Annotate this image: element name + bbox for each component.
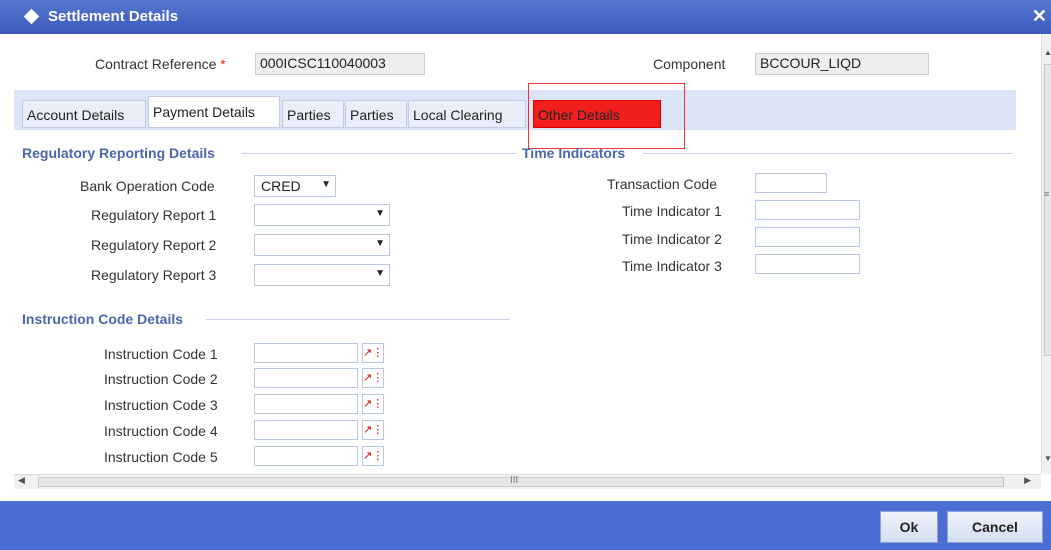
title-bar: Settlement Details ✕ — [0, 0, 1051, 34]
instruction-code-5-field[interactable] — [254, 446, 358, 466]
window-diamond-icon — [23, 8, 40, 25]
instruction-code-1-field[interactable] — [254, 343, 358, 363]
lov-search-icon[interactable]: ↗⋮ — [362, 343, 384, 363]
contract-reference-label: Contract Reference * — [95, 56, 226, 72]
scroll-left-icon[interactable]: ◀ — [18, 475, 25, 486]
bank-operation-code-select[interactable]: CRED ▼ — [254, 175, 336, 197]
time-indicator-1-field[interactable] — [755, 200, 860, 220]
scroll-down-icon[interactable]: ▼ — [1044, 454, 1051, 463]
tab-payment-details[interactable]: Payment Details — [148, 96, 280, 128]
time-indicator-1-label: Time Indicator 1 — [622, 203, 722, 219]
lov-search-icon[interactable]: ↗⋮ — [362, 368, 384, 388]
time-indicator-2-field[interactable] — [755, 227, 860, 247]
instruction-code-4-field[interactable] — [254, 420, 358, 440]
tab-local-clearing[interactable]: Local Clearing — [408, 100, 526, 128]
instruction-code-2-field[interactable] — [254, 368, 358, 388]
component-label: Component — [653, 56, 726, 72]
regulatory-report-2-label: Regulatory Report 2 — [91, 237, 217, 253]
chevron-down-icon: ▼ — [375, 238, 385, 249]
instruction-code-1-label: Instruction Code 1 — [104, 346, 218, 362]
tab-parties-2[interactable]: Parties — [345, 100, 407, 128]
bank-operation-code-value: CRED — [261, 178, 301, 194]
regulatory-section-title: Regulatory Reporting Details — [22, 145, 215, 161]
grip-icon: III — [510, 475, 519, 486]
component-field[interactable]: BCCOUR_LIQD — [755, 53, 929, 75]
transaction-code-label: Transaction Code — [607, 176, 717, 192]
bank-operation-code-label: Bank Operation Code — [80, 178, 215, 194]
divider — [242, 153, 517, 154]
scroll-thumb[interactable] — [38, 477, 1004, 487]
horizontal-scrollbar[interactable]: ◀ III ▶ — [14, 474, 1041, 489]
instruction-section-title: Instruction Code Details — [22, 311, 184, 327]
time-indicator-2-label: Time Indicator 2 — [622, 231, 722, 247]
regulatory-report-3-select[interactable]: ▼ — [254, 264, 390, 286]
regulatory-report-1-label: Regulatory Report 1 — [91, 207, 217, 223]
instruction-code-3-field[interactable] — [254, 394, 358, 414]
chevron-down-icon: ▼ — [375, 208, 385, 219]
chevron-down-icon: ▼ — [375, 268, 385, 279]
regulatory-report-2-select[interactable]: ▼ — [254, 234, 390, 256]
transaction-code-field[interactable] — [755, 173, 827, 193]
tab-account-details[interactable]: Account Details — [22, 100, 146, 128]
spacer — [14, 490, 1041, 501]
highlight-box — [528, 83, 685, 149]
lov-search-icon[interactable]: ↗⋮ — [362, 446, 384, 466]
ok-button[interactable]: Ok — [880, 511, 938, 543]
time-indicator-3-label: Time Indicator 3 — [622, 258, 722, 274]
instruction-code-2-label: Instruction Code 2 — [104, 371, 218, 387]
instruction-code-3-label: Instruction Code 3 — [104, 397, 218, 413]
divider — [206, 319, 510, 320]
cancel-button[interactable]: Cancel — [947, 511, 1043, 543]
contract-reference-field[interactable]: 000ICSC110040003 — [255, 53, 425, 75]
chevron-down-icon: ▼ — [321, 179, 331, 190]
regulatory-report-1-select[interactable]: ▼ — [254, 204, 390, 226]
instruction-code-4-label: Instruction Code 4 — [104, 423, 218, 439]
vertical-scrollbar[interactable]: ▲ ≡ ▼ — [1041, 34, 1051, 474]
divider — [643, 153, 1013, 154]
regulatory-report-3-label: Regulatory Report 3 — [91, 267, 217, 283]
close-icon[interactable]: ✕ — [1032, 6, 1047, 27]
scroll-right-icon[interactable]: ▶ — [1024, 475, 1031, 486]
lov-search-icon[interactable]: ↗⋮ — [362, 394, 384, 414]
lov-search-icon[interactable]: ↗⋮ — [362, 420, 384, 440]
scroll-thumb[interactable] — [1044, 64, 1051, 356]
window-title: Settlement Details — [48, 8, 179, 25]
time-indicators-section-title: Time Indicators — [522, 145, 626, 161]
tab-parties-1[interactable]: Parties — [282, 100, 344, 128]
time-indicator-3-field[interactable] — [755, 254, 860, 274]
instruction-code-5-label: Instruction Code 5 — [104, 449, 218, 465]
grip-icon: ≡ — [1044, 189, 1050, 199]
scroll-up-icon[interactable]: ▲ — [1044, 48, 1051, 57]
